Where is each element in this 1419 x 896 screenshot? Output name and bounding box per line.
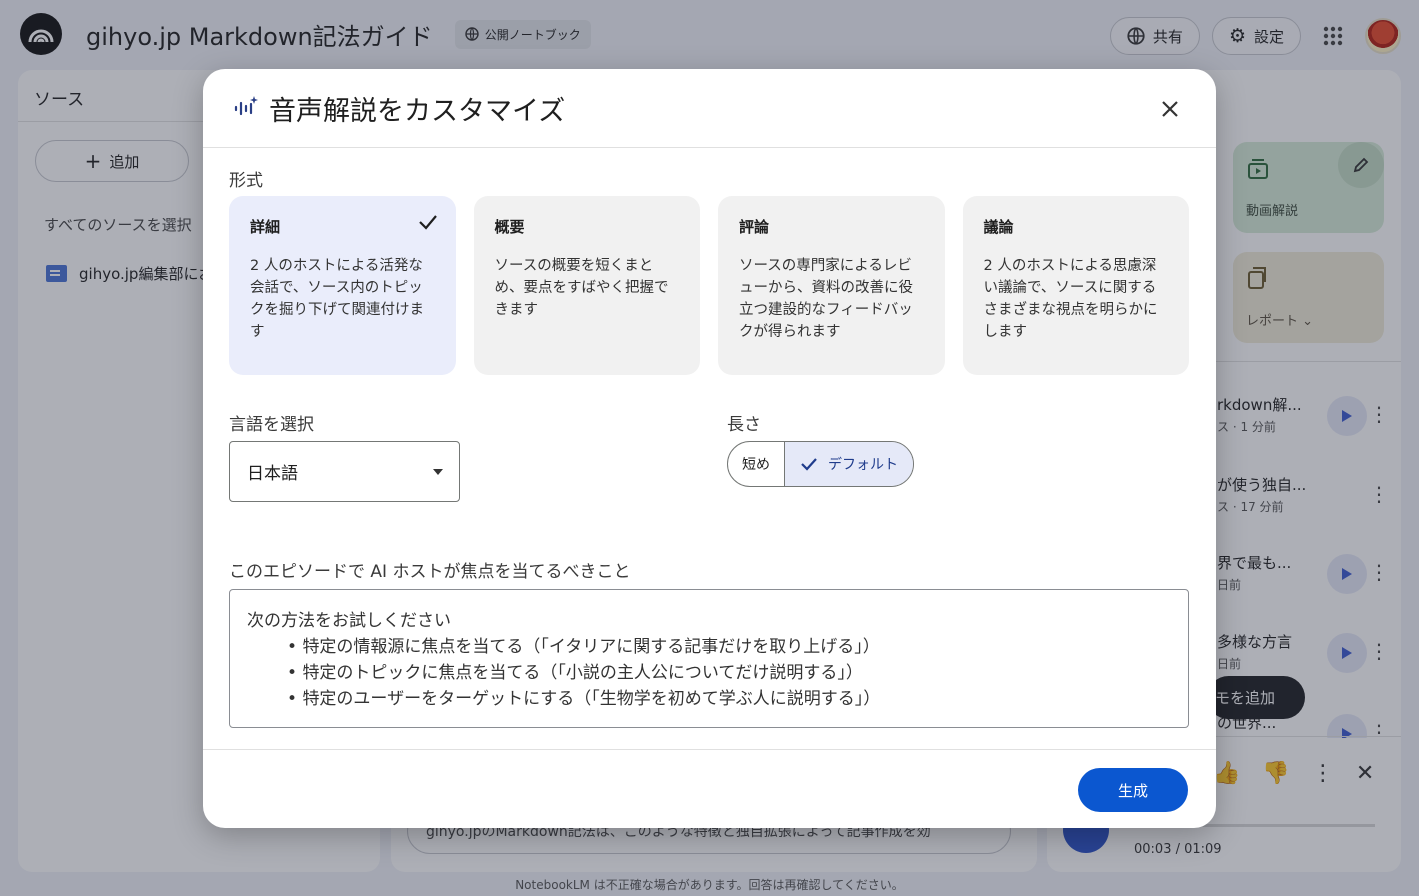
audio-spark-icon bbox=[234, 96, 258, 116]
length-default-option[interactable]: デフォルト bbox=[785, 442, 913, 486]
format-option-desc: ソースの専門家によるレビューから、資料の改善に役立つ建設的なフィードバックが得ら… bbox=[739, 258, 913, 340]
format-option-desc: 2 人のホストによる思慮深い議論で、ソースに関するさまざまな視点を明らかにします bbox=[983, 258, 1158, 340]
focus-textarea[interactable]: 次の方法をお試しください 特定の情報源に焦点を当てる（「イタリアに関する記事だけ… bbox=[229, 589, 1189, 728]
check-icon bbox=[418, 215, 437, 230]
close-icon bbox=[1162, 101, 1178, 117]
customize-audio-dialog: 音声解説をカスタマイズ 形式 詳細 2 人のホストによる活発な会話で、ソース内の… bbox=[203, 69, 1216, 828]
focus-placeholder-item: 特定の情報源に焦点を当てる（「イタリアに関する記事だけを取り上げる」） bbox=[287, 634, 1171, 660]
format-option-title: 詳細 bbox=[250, 218, 281, 236]
format-option-desc: 2 人のホストによる活発な会話で、ソース内のトピックを掘り下げて関連付けます bbox=[250, 258, 424, 340]
format-option-title: 概要 bbox=[494, 218, 525, 236]
format-label: 形式 bbox=[229, 171, 263, 191]
focus-placeholder-item: 特定のユーザーをターゲットにする（「生物学を初めて学ぶ人に説明する」） bbox=[287, 686, 1171, 712]
length-label: 長さ bbox=[727, 415, 761, 435]
length-default-label: デフォルト bbox=[828, 457, 898, 473]
generate-button[interactable]: 生成 bbox=[1078, 768, 1188, 812]
focus-placeholder-list: 特定の情報源に焦点を当てる（「イタリアに関する記事だけを取り上げる」） 特定のト… bbox=[247, 634, 1171, 712]
format-option-title: 評論 bbox=[739, 218, 770, 236]
language-value: 日本語 bbox=[247, 464, 298, 484]
close-button[interactable] bbox=[1152, 91, 1188, 127]
format-option-debate[interactable]: 議論 2 人のホストによる思慮深い議論で、ソースに関するさまざまな視点を明らかに… bbox=[962, 196, 1189, 375]
format-option-detail[interactable]: 詳細 2 人のホストによる活発な会話で、ソース内のトピックを掘り下げて関連付けま… bbox=[229, 196, 456, 375]
format-option-title: 議論 bbox=[983, 218, 1014, 236]
check-icon bbox=[801, 458, 817, 471]
format-option-critique[interactable]: 評論 ソースの専門家によるレビューから、資料の改善に役立つ建設的なフィードバック… bbox=[718, 196, 945, 375]
dialog-footer: 生成 bbox=[203, 749, 1216, 828]
focus-label: このエピソードで AI ホストが焦点を当てるべきこと bbox=[229, 562, 631, 582]
length-short-option[interactable]: 短め bbox=[728, 442, 785, 486]
length-toggle: 短め デフォルト bbox=[727, 441, 914, 487]
focus-placeholder-intro: 次の方法をお試しください bbox=[247, 611, 451, 631]
format-option-desc: ソースの概要を短くまとめ、要点をすばやく把握できます bbox=[494, 258, 669, 318]
dialog-header: 音声解説をカスタマイズ bbox=[203, 69, 1216, 148]
focus-placeholder-item: 特定のトピックに焦点を当てる（「小説の主人公についてだけ説明する」） bbox=[287, 660, 1171, 686]
language-select[interactable]: 日本語 bbox=[229, 441, 460, 502]
format-option-brief[interactable]: 概要 ソースの概要を短くまとめ、要点をすばやく把握できます bbox=[473, 196, 700, 375]
format-options: 詳細 2 人のホストによる活発な会話で、ソース内のトピックを掘り下げて関連付けま… bbox=[229, 196, 1189, 375]
dialog-title: 音声解説をカスタマイズ bbox=[269, 96, 566, 127]
language-label: 言語を選択 bbox=[229, 415, 314, 435]
dropdown-caret-icon bbox=[433, 469, 443, 475]
